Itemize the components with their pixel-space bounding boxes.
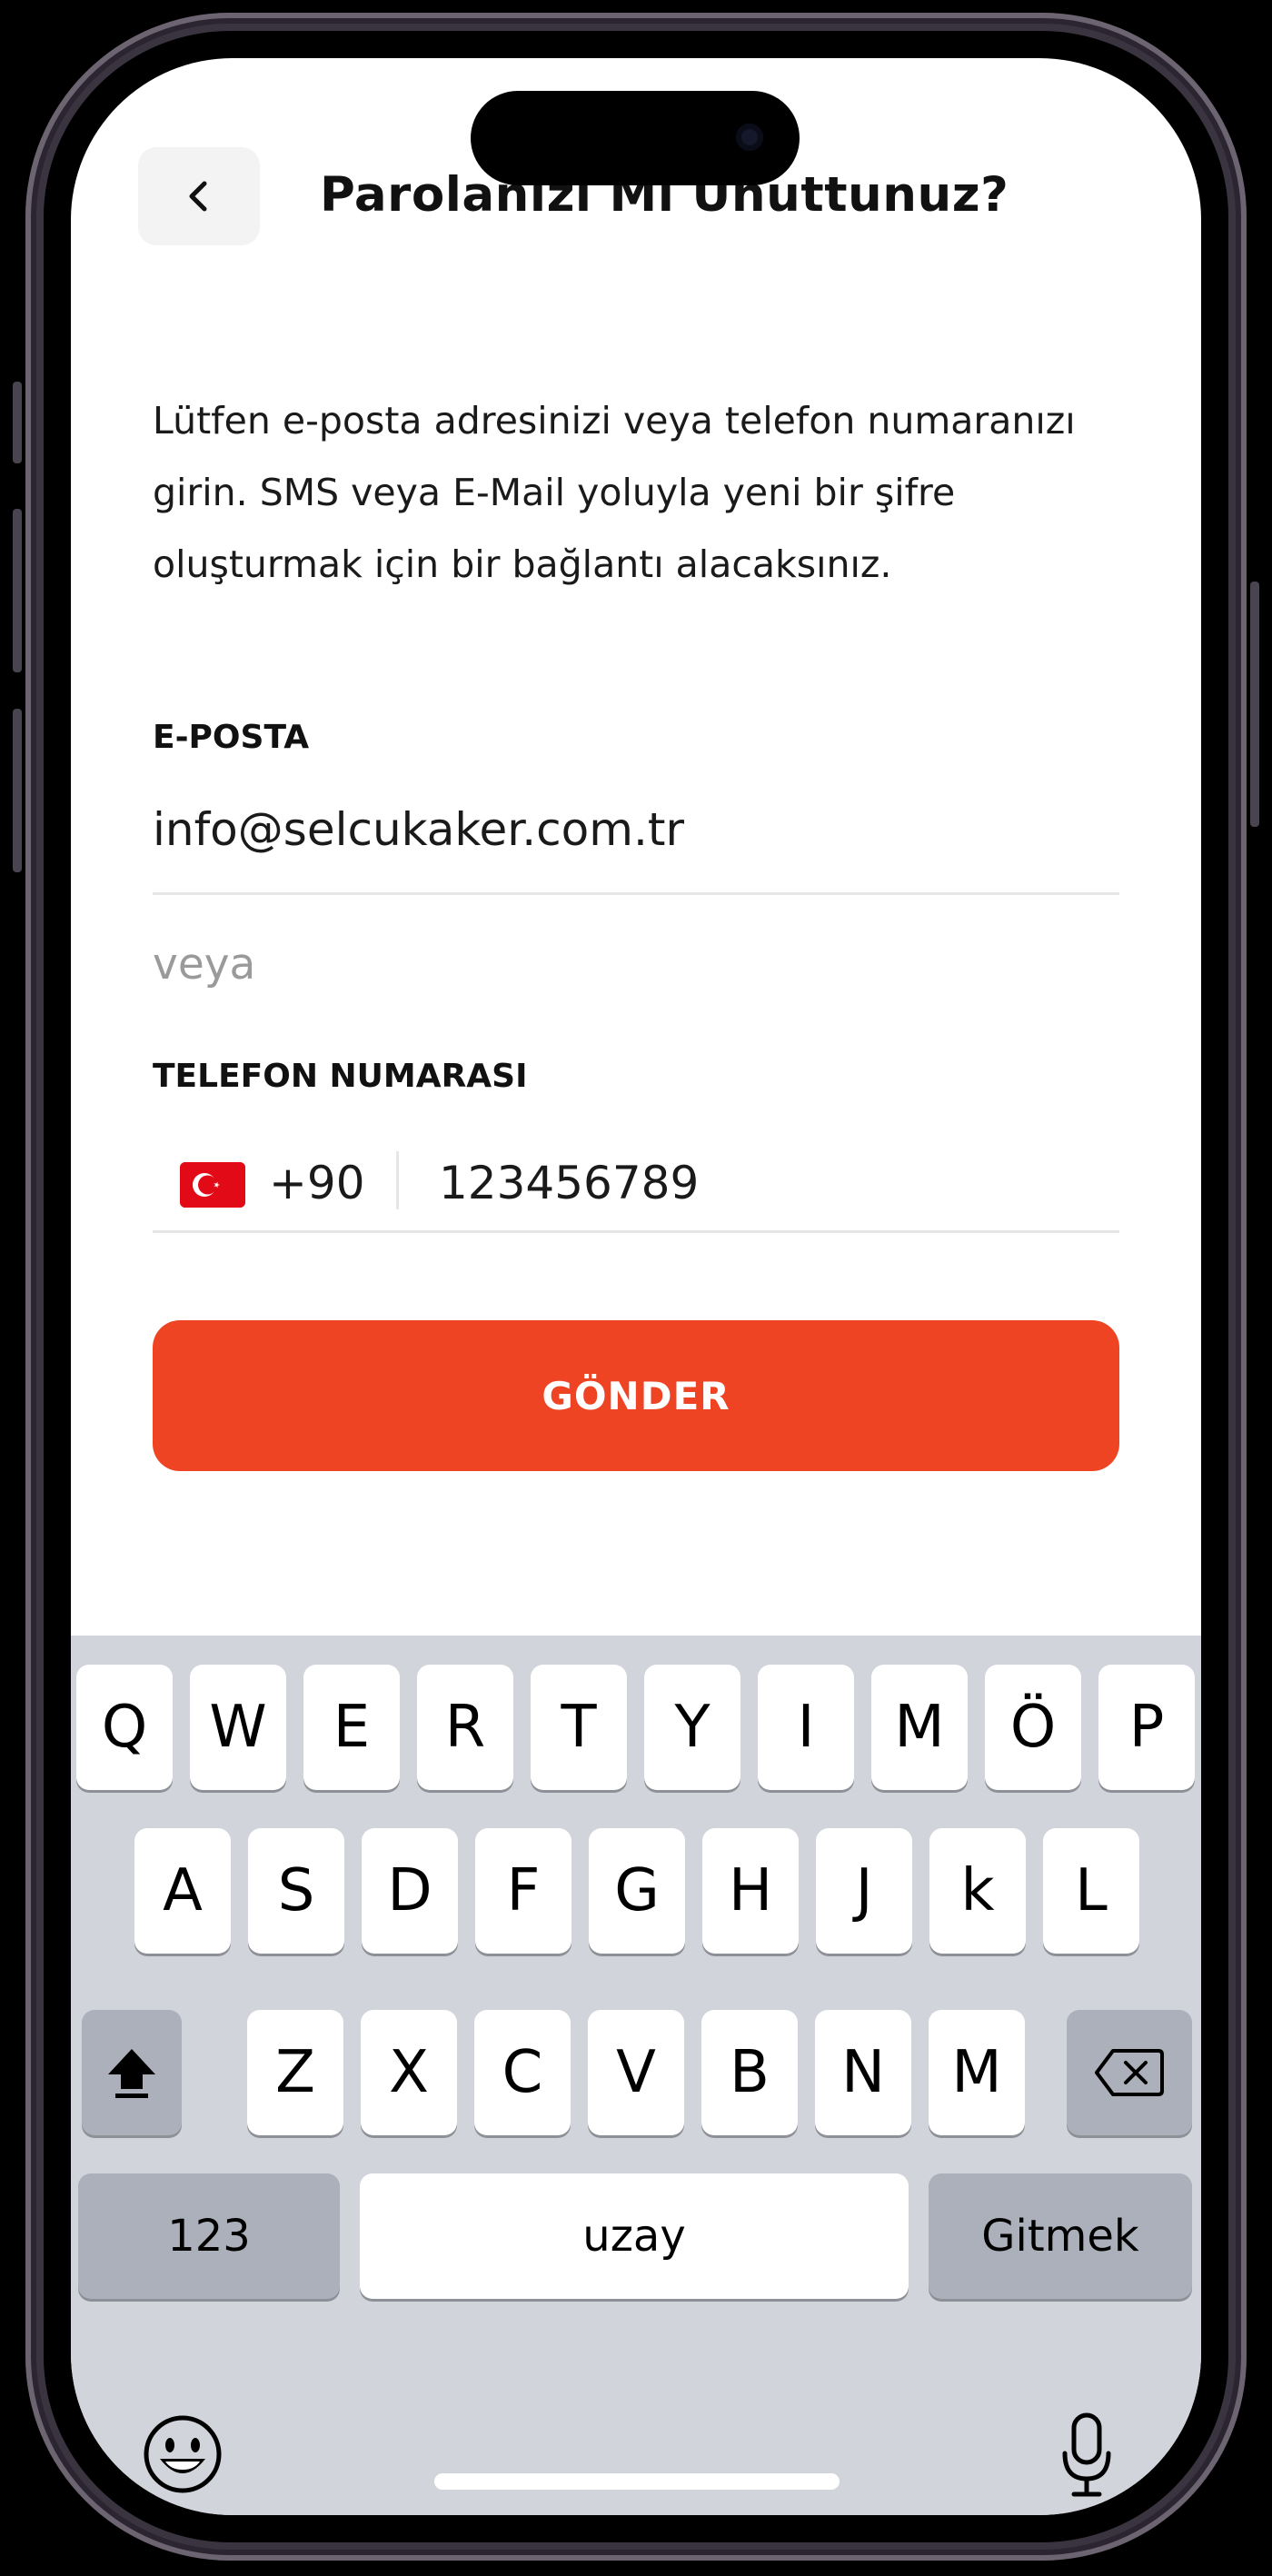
- email-field[interactable]: info@selcukaker.com.tr: [153, 803, 684, 856]
- key-row2[interactable]: k: [929, 1828, 1026, 1954]
- screen: Parolanızı Mı Unuttunuz? Lütfen e-posta …: [71, 58, 1201, 2515]
- key-row2[interactable]: F: [475, 1828, 571, 1954]
- shift-key[interactable]: [82, 2010, 182, 2135]
- intro-line: Lütfen e-posta adresinizi veya telefon n…: [153, 399, 1076, 443]
- backspace-key[interactable]: [1067, 2010, 1192, 2135]
- microphone-icon[interactable]: [1059, 2412, 1114, 2499]
- country-code-selector[interactable]: +90: [269, 1157, 365, 1209]
- phone-number-input[interactable]: 123456789: [439, 1157, 699, 1209]
- phone-divider: [396, 1151, 399, 1209]
- key-row3[interactable]: X: [361, 2010, 457, 2135]
- key-row3[interactable]: M: [929, 2010, 1025, 2135]
- email-underline: [153, 892, 1119, 895]
- key-row2[interactable]: S: [248, 1828, 344, 1954]
- side-button-power: [1250, 582, 1259, 827]
- or-separator: veya: [153, 940, 256, 990]
- key-row2[interactable]: D: [362, 1828, 458, 1954]
- intro-line: girin. SMS veya E-Mail yoluyla yeni bir …: [153, 471, 956, 514]
- phone-underline: [153, 1230, 1119, 1233]
- intro-line: oluşturmak için bir bağlantı alacaksınız…: [153, 542, 892, 586]
- key-row1[interactable]: Ö: [985, 1665, 1081, 1790]
- turkey-flag-icon[interactable]: [180, 1162, 245, 1208]
- key-row2[interactable]: J: [816, 1828, 912, 1954]
- emoji-icon[interactable]: [142, 2413, 224, 2495]
- go-key[interactable]: Gitmek: [929, 2173, 1192, 2299]
- submit-button[interactable]: GÖNDER: [153, 1320, 1119, 1471]
- key-row1[interactable]: E: [303, 1665, 400, 1790]
- key-row1[interactable]: M: [871, 1665, 968, 1790]
- key-row2[interactable]: H: [702, 1828, 799, 1954]
- intro-text: Lütfen e-posta adresinizi veya telefon n…: [153, 385, 1125, 601]
- key-row1[interactable]: P: [1098, 1665, 1195, 1790]
- key-row1[interactable]: Q: [76, 1665, 173, 1790]
- back-button[interactable]: [138, 147, 260, 245]
- numbers-key[interactable]: 123: [78, 2173, 340, 2299]
- key-row1[interactable]: Y: [644, 1665, 740, 1790]
- key-row1[interactable]: W: [190, 1665, 286, 1790]
- backspace-icon: [1095, 2049, 1164, 2096]
- key-row3[interactable]: Z: [247, 2010, 343, 2135]
- side-button-volume-down: [13, 709, 22, 872]
- space-key[interactable]: uzay: [360, 2173, 909, 2299]
- key-row1[interactable]: R: [417, 1665, 513, 1790]
- key-row3[interactable]: V: [588, 2010, 684, 2135]
- key-row1[interactable]: T: [531, 1665, 627, 1790]
- side-button-volume-up: [13, 509, 22, 672]
- chevron-left-icon: [189, 181, 207, 212]
- key-row3[interactable]: B: [701, 2010, 798, 2135]
- email-label: E-POSTA: [153, 719, 310, 756]
- key-row3[interactable]: N: [815, 2010, 911, 2135]
- phone-label: TELEFON NUMARASI: [153, 1058, 528, 1095]
- key-row3[interactable]: C: [474, 2010, 571, 2135]
- home-indicator[interactable]: [434, 2473, 840, 2490]
- camera-icon: [736, 124, 763, 151]
- side-button-silent: [13, 382, 22, 463]
- key-row2[interactable]: G: [589, 1828, 685, 1954]
- shift-icon: [108, 2049, 155, 2098]
- phone-field-row: +90 123456789: [153, 1144, 1119, 1226]
- dynamic-island: [471, 91, 800, 185]
- key-row1[interactable]: I: [758, 1665, 854, 1790]
- key-row2[interactable]: A: [134, 1828, 231, 1954]
- key-row2[interactable]: L: [1043, 1828, 1139, 1954]
- keyboard: QWERTYIMÖPASDFGHJkLZXCVBNM 123 uzay Gitm…: [71, 1636, 1201, 2515]
